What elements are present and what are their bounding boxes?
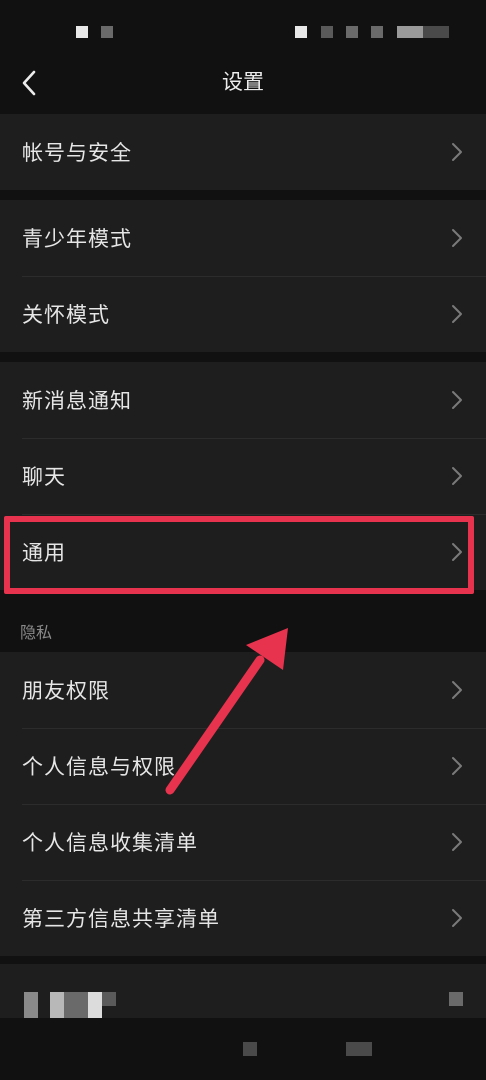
pointer-arrow-icon xyxy=(165,628,288,795)
